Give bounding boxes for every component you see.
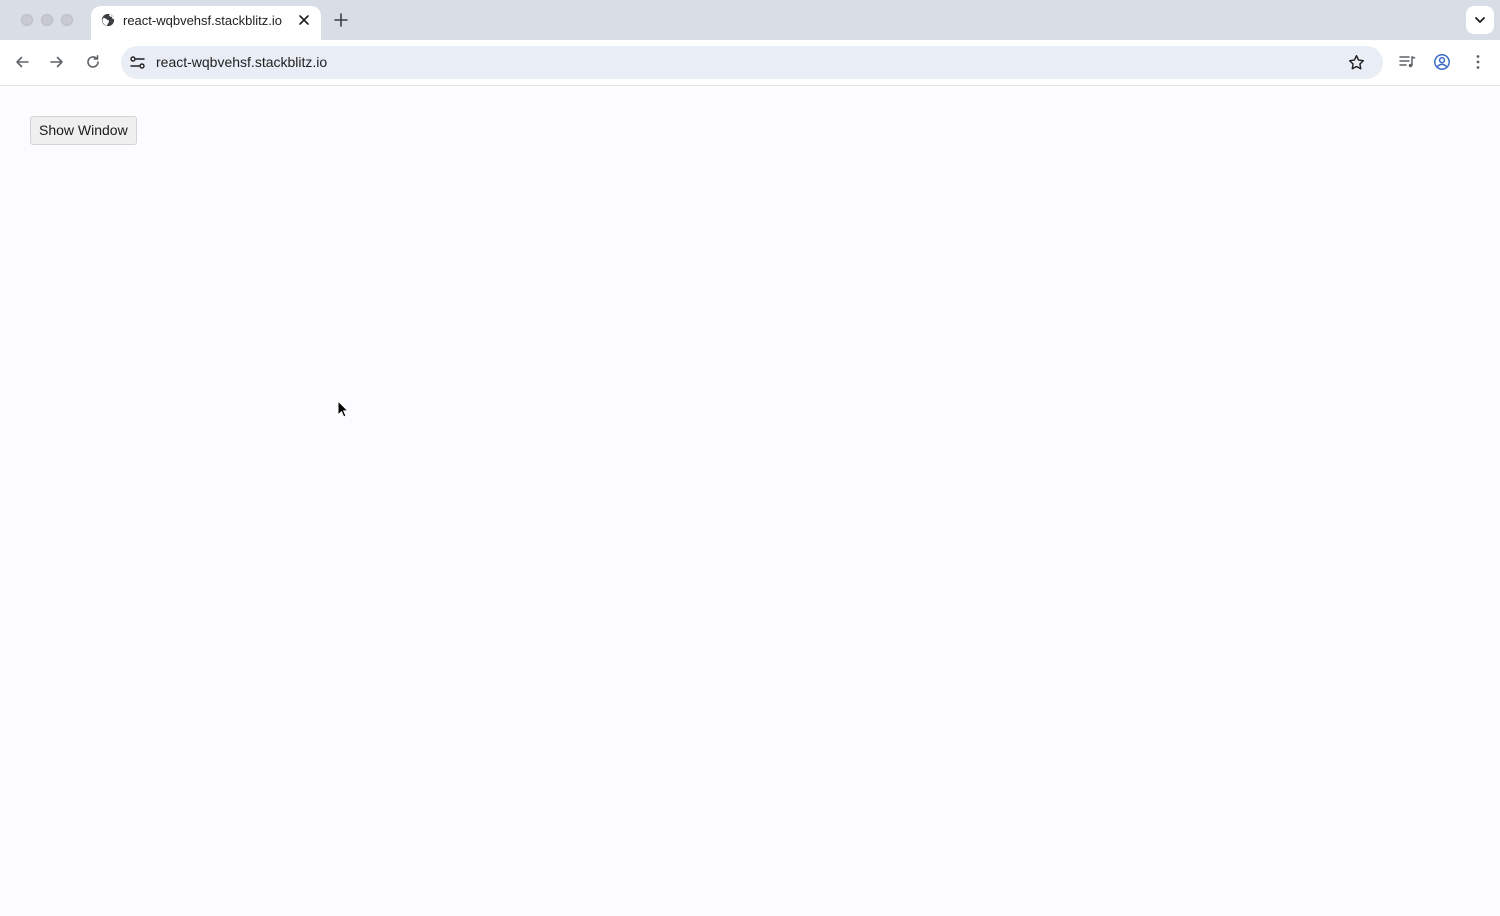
star-icon[interactable] <box>1348 54 1365 71</box>
tab-search-button[interactable] <box>1466 6 1494 34</box>
tune-icon[interactable] <box>128 53 147 72</box>
reload-icon[interactable] <box>84 53 102 71</box>
active-tab[interactable]: react-wqbvehsf.stackblitz.io <box>91 6 321 40</box>
page-content: Show Window <box>0 87 1500 916</box>
browser-window: react-wqbvehsf.stackblitz.io react-wqbve… <box>0 0 1500 916</box>
account-icon[interactable] <box>1433 53 1451 71</box>
arrow-right-icon[interactable] <box>48 53 66 71</box>
close-icon[interactable] <box>297 13 311 27</box>
tab-title: react-wqbvehsf.stackblitz.io <box>123 13 282 28</box>
maximize-window-button[interactable] <box>61 14 73 26</box>
address-bar[interactable]: react-wqbvehsf.stackblitz.io <box>121 46 1383 79</box>
url-text[interactable]: react-wqbvehsf.stackblitz.io <box>156 54 327 70</box>
globe-icon <box>101 13 115 27</box>
mouse-cursor-icon <box>337 400 349 418</box>
media-controls-icon[interactable] <box>1398 53 1416 71</box>
chevron-down-icon <box>1475 17 1485 23</box>
close-window-button[interactable] <box>21 14 33 26</box>
arrow-left-icon[interactable] <box>13 53 31 71</box>
minimize-window-button[interactable] <box>41 14 53 26</box>
tab-strip: react-wqbvehsf.stackblitz.io <box>0 0 1500 40</box>
browser-toolbar: react-wqbvehsf.stackblitz.io <box>0 40 1500 86</box>
show-window-button[interactable]: Show Window <box>30 116 137 145</box>
plus-icon[interactable] <box>333 12 349 28</box>
kebab-menu-icon[interactable] <box>1469 53 1487 71</box>
